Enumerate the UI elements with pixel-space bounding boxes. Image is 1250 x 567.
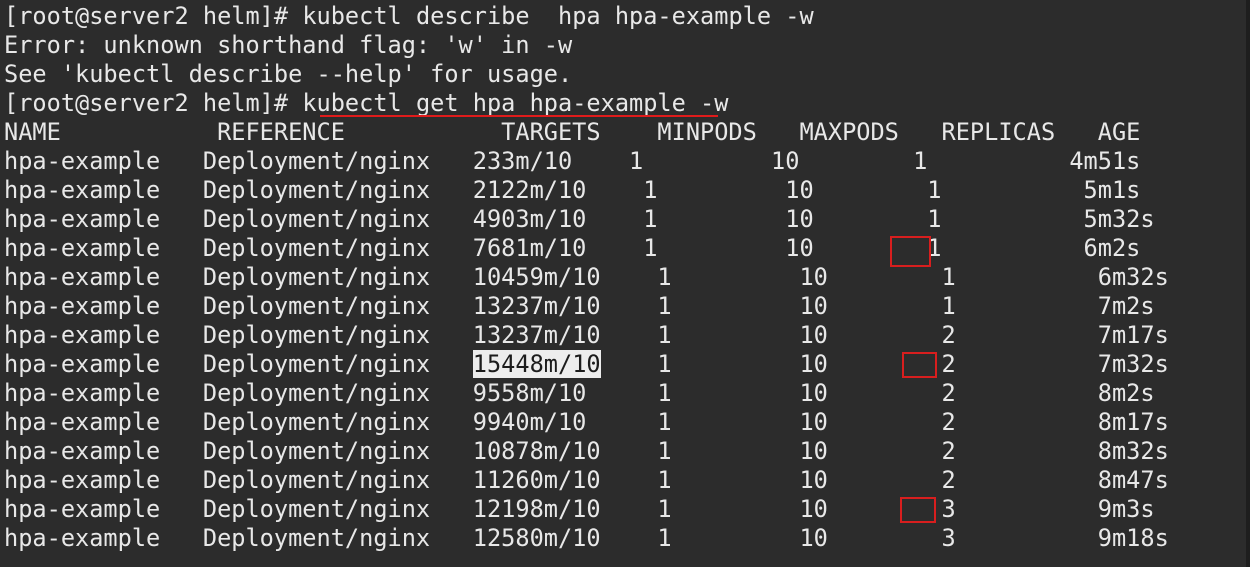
red-underline-annotation: [320, 115, 718, 117]
terminal-line: [root@server2 helm]# kubectl get hpa hpa…: [4, 89, 1250, 118]
table-row: hpa-example Deployment/nginx 9940m/10 1 …: [4, 408, 1169, 436]
red-box-annotation: [900, 497, 936, 523]
table-row: hpa-example Deployment/nginx 13237m/10 1…: [4, 321, 1169, 349]
table-row-selected: hpa-example Deployment/nginx 15448m/10 1…: [4, 350, 1250, 379]
red-box-annotation: [902, 352, 937, 378]
table-row: hpa-example Deployment/nginx 12198m/10 1…: [4, 495, 1155, 523]
table-row: hpa-example Deployment/nginx 12580m/10 1…: [4, 524, 1169, 552]
selected-text[interactable]: 15448m/10: [472, 350, 601, 378]
command-text: kubectl describe hpa hpa-example -w: [302, 2, 814, 30]
scrollbar-track[interactable]: [1246, 0, 1250, 567]
table-row: hpa-example Deployment/nginx 233m/10 1 1…: [4, 147, 1141, 175]
table-header: NAME REFERENCE TARGETS MINPODS MAXPODS R…: [4, 118, 1141, 146]
table-row: hpa-example Deployment/nginx 4903m/10 1 …: [4, 205, 1155, 233]
shell-prompt: [root@server2 helm]#: [4, 89, 303, 117]
error-line: Error: unknown shorthand flag: 'w' in -w: [4, 31, 573, 59]
table-row: hpa-example Deployment/nginx 2122m/10 1 …: [4, 176, 1141, 204]
terminal-line: [root@server2 helm]# kubectl describe hp…: [4, 2, 1250, 31]
command-text: kubectl get hpa hpa-example -w: [302, 89, 729, 117]
table-row: hpa-example Deployment/nginx 11260m/10 1…: [4, 466, 1169, 494]
red-box-annotation: [890, 236, 931, 267]
row-suffix: 1 10 2 7m32s: [600, 350, 1169, 378]
shell-prompt: [root@server2 helm]#: [4, 2, 303, 30]
table-row: hpa-example Deployment/nginx 9558m/10 1 …: [4, 379, 1155, 407]
row-prefix: hpa-example Deployment/nginx: [4, 350, 473, 378]
terminal-window[interactable]: [root@server2 helm]# kubectl describe hp…: [0, 0, 1250, 567]
table-row: hpa-example Deployment/nginx 7681m/10 1 …: [4, 234, 1141, 262]
table-row: hpa-example Deployment/nginx 13237m/10 1…: [4, 292, 1155, 320]
table-row: hpa-example Deployment/nginx 10459m/10 1…: [4, 263, 1169, 291]
table-row: hpa-example Deployment/nginx 10878m/10 1…: [4, 437, 1169, 465]
error-hint-line: See 'kubectl describe --help' for usage.: [4, 60, 573, 88]
